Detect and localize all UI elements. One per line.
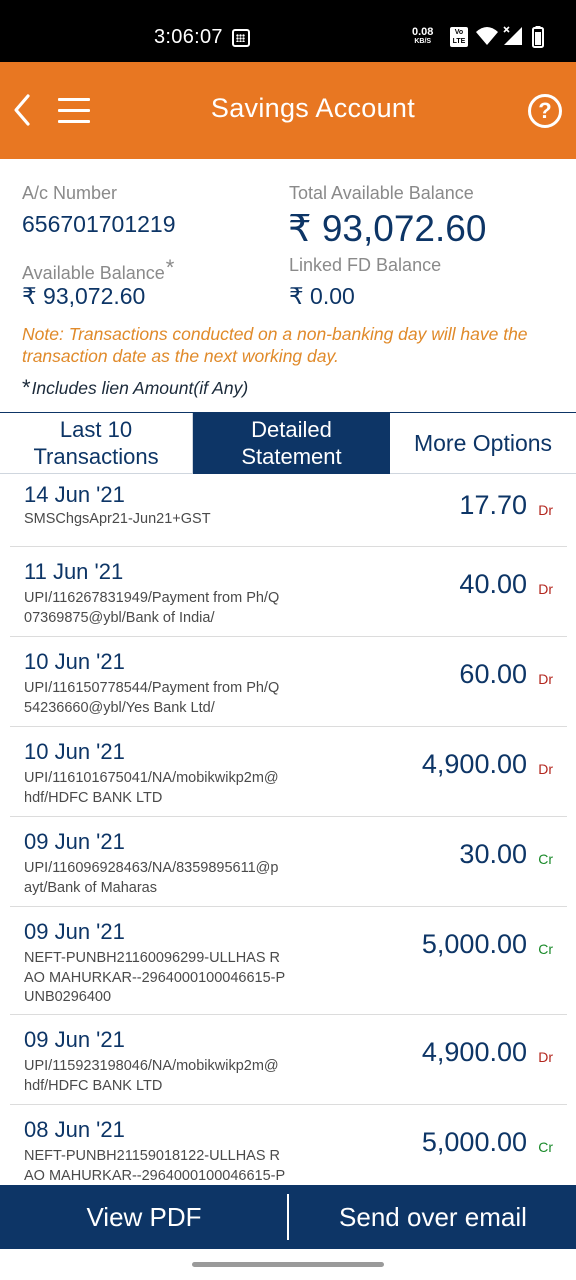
transaction-date-note: Note: Transactions conducted on a non-ba…: [22, 324, 528, 366]
available-balance-label: Available Balance*: [22, 255, 174, 284]
transaction-date: 11 Jun '21: [24, 559, 124, 584]
transaction-amount: 40.00: [459, 569, 527, 599]
transaction-amount: 60.00: [459, 659, 527, 689]
asterisk-marker: *: [22, 375, 31, 400]
transaction-description: UPI/116267831949/Payment from Ph/Q073698…: [24, 590, 280, 626]
transaction-amount: 5,000.00: [421, 1127, 527, 1157]
linked-fd-balance: ₹ 0.00: [289, 283, 355, 309]
transaction-date: 10 Jun '21: [24, 649, 125, 674]
tab-last-10-transactions[interactable]: Last 10 Transactions: [0, 413, 193, 474]
asterisk-marker: *: [165, 255, 175, 280]
tab-label-line: Transactions: [33, 444, 159, 469]
transaction-amount: 4,900.00: [421, 1037, 527, 1067]
transaction-row[interactable]: 10 Jun '21 UPI/116150778544/Payment from …: [10, 637, 567, 727]
navigation-area: [0, 1249, 576, 1280]
help-icon[interactable]: ?: [528, 94, 562, 128]
transaction-description: NEFT-PUNBH21160096299-ULLHAS RAO MAHURKA…: [24, 950, 286, 1005]
account-number-label: A/c Number: [22, 183, 118, 203]
volte-icon: Vo LTE: [450, 27, 468, 47]
bottom-action-bar: View PDF Send over email: [0, 1185, 576, 1249]
tab-label-line: Detailed: [251, 417, 332, 442]
transaction-amount: 30.00: [459, 839, 527, 869]
transaction-amount: 5,000.00: [421, 929, 527, 959]
transaction-type-badge: Dr: [538, 761, 553, 777]
statement-tabs: Last 10 Transactions Detailed Statement …: [0, 412, 576, 474]
view-pdf-button[interactable]: View PDF: [0, 1185, 288, 1249]
tab-more-options[interactable]: More Options: [390, 413, 576, 474]
transaction-date: 09 Jun '21: [24, 919, 125, 944]
status-time: 3:06:07: [154, 26, 223, 48]
lien-note-text: Includes lien Amount(if Any): [31, 378, 249, 398]
battery-icon: [532, 26, 544, 48]
tab-label-line: Statement: [241, 444, 342, 469]
available-balance-label-text: Available Balance: [22, 263, 165, 283]
transaction-type-badge: Dr: [538, 671, 553, 687]
app-header: Savings Account ?: [0, 62, 576, 159]
transaction-row[interactable]: 14 Jun '21 SMSChgsApr21-Jun21+GST 17.70 Dr: [10, 474, 567, 547]
tab-detailed-statement[interactable]: Detailed Statement: [193, 413, 390, 474]
send-over-email-button[interactable]: Send over email: [290, 1185, 576, 1249]
transaction-type-badge: Cr: [538, 941, 553, 957]
transaction-type-badge: Dr: [538, 502, 553, 518]
wifi-icon: [476, 27, 498, 45]
network-speed: 0.08 KB/S: [412, 27, 433, 47]
transaction-date: 09 Jun '21: [24, 829, 125, 854]
transaction-description: NEFT-PUNBH21159018122-ULLHAS RAO MAHURKA…: [24, 1148, 286, 1184]
status-bar: 3:06:07 0.08 KB/S Vo LTE: [0, 0, 576, 62]
transaction-row[interactable]: 11 Jun '21 UPI/116267831949/Payment from …: [10, 547, 567, 637]
transaction-type-badge: Cr: [538, 851, 553, 867]
transaction-row[interactable]: 09 Jun '21 UPI/116096928463/NA/8359895611…: [10, 817, 567, 907]
transaction-type-badge: Dr: [538, 1049, 553, 1065]
transaction-row[interactable]: 08 Jun '21 NEFT-PUNBH21159018122-ULLHAS R…: [10, 1105, 567, 1185]
transaction-description: UPI/116101675041/NA/mobikwikp2m@hdf/HDFC…: [24, 770, 279, 806]
network-speed-unit: KB/S: [414, 38, 432, 45]
signal-icon: [503, 26, 522, 45]
transaction-amount: 4,900.00: [421, 749, 527, 779]
transaction-description: SMSChgsApr21-Jun21+GST: [24, 511, 211, 527]
available-balance: ₹ 93,072.60: [22, 283, 146, 309]
transaction-list[interactable]: 14 Jun '21 SMSChgsApr21-Jun21+GST 17.70 Dr 1…: [10, 474, 567, 1185]
transaction-date: 09 Jun '21: [24, 1027, 125, 1052]
transaction-amount: 17.70: [459, 490, 527, 520]
transaction-type-badge: Dr: [538, 581, 553, 597]
tab-label-line: Last 10: [59, 417, 133, 442]
grid-icon: [232, 29, 250, 47]
lien-note: *Includes lien Amount(if Any): [22, 375, 248, 401]
transaction-description: UPI/116096928463/NA/8359895611@payt/Bank…: [24, 860, 279, 896]
total-available-balance: ₹ 93,072.60: [288, 208, 487, 249]
transaction-description: UPI/116150778544/Payment from Ph/Q542366…: [24, 680, 280, 716]
divider: [287, 1194, 289, 1240]
home-indicator[interactable]: [192, 1262, 384, 1267]
transaction-row[interactable]: 09 Jun '21 UPI/115923198046/NA/mobikwikp2…: [10, 1015, 567, 1105]
page-title: Savings Account: [210, 93, 416, 123]
transaction-type-badge: Cr: [538, 1139, 553, 1155]
linked-fd-balance-label: Linked FD Balance: [289, 255, 442, 275]
transaction-description: UPI/115923198046/NA/mobikwikp2m@hdf/HDFC…: [24, 1058, 279, 1094]
transaction-date: 14 Jun '21: [24, 482, 125, 507]
total-available-balance-label: Total Available Balance: [289, 183, 474, 203]
transaction-row[interactable]: 09 Jun '21 NEFT-PUNBH21160096299-ULLHAS R…: [10, 907, 567, 1015]
account-number: 656701701219: [22, 211, 176, 237]
transaction-row[interactable]: 10 Jun '21 UPI/116101675041/NA/mobikwikp2…: [10, 727, 567, 817]
transaction-date: 08 Jun '21: [24, 1117, 125, 1142]
account-summary: A/c Number 656701701219 Available Balanc…: [0, 159, 576, 412]
transaction-date: 10 Jun '21: [24, 739, 125, 764]
